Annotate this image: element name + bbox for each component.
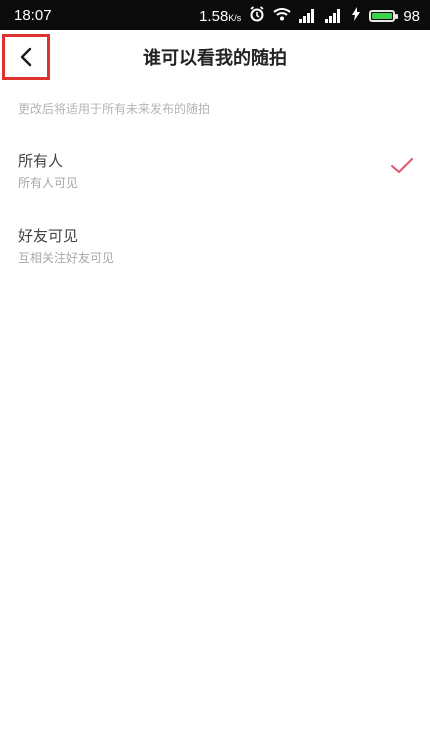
header: 谁可以看我的随拍 [0,30,430,82]
option-label: 所有人 [18,152,64,170]
option-desc: 所有人可见 [18,176,79,190]
network-speed: 1.58K/s [199,8,241,25]
settings-hint: 更改后将适用于所有未来发布的随拍 [18,102,211,116]
alarm-icon [249,6,265,26]
signal-icon [299,9,317,23]
page-title: 谁可以看我的随拍 [143,48,287,69]
charging-icon [351,7,361,25]
wifi-icon [273,7,291,25]
network-speed-value: 1.58 [199,7,229,25]
option-everyone[interactable]: 所有人 所有人可见 [0,150,430,210]
status-bar: 18:07 1.58K/s 98 [0,0,430,30]
network-speed-unit: K/s [228,12,242,23]
signal-icon [325,9,343,23]
battery-level: 98 [403,7,420,25]
status-time: 18:07 [14,7,52,24]
option-desc: 互相关注好友可见 [18,251,115,265]
battery-icon [369,10,399,22]
option-label: 好友可见 [18,227,79,245]
checkmark-icon [390,156,414,180]
status-icons: 1.58K/s 98 [199,6,420,26]
option-friends[interactable]: 好友可见 互相关注好友可见 [0,225,430,285]
